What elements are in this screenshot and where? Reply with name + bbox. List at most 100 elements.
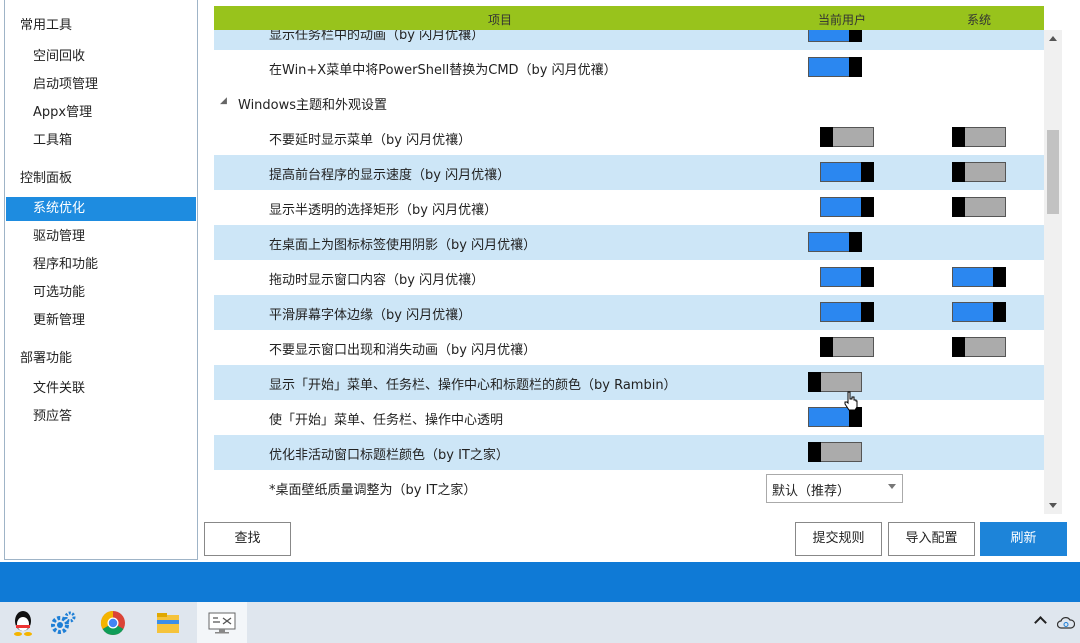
toggle-knob	[952, 162, 965, 182]
setting-row: *桌面壁纸质量调整为（by IT之家） 默认（推荐）	[214, 470, 1044, 505]
setting-label: 在桌面上为图标标签使用阴影（by 闪月优禳）	[269, 238, 537, 253]
system-toggle[interactable]	[952, 127, 1006, 147]
scroll-up-arrow-icon[interactable]	[1049, 36, 1057, 41]
setting-label: 在Win+X菜单中将PowerShell替换为CMD（by 闪月优禳）	[269, 63, 617, 78]
setting-label: 显示半透明的选择矩形（by 闪月优禳）	[269, 203, 498, 218]
toggle-knob	[861, 197, 874, 217]
setting-label: 拖动时显示窗口内容（by 闪月优禳）	[269, 273, 485, 288]
setting-label: 提高前台程序的显示速度（by 闪月优禳）	[269, 168, 511, 183]
toggle-knob	[952, 337, 965, 357]
sidebar-item-driver-manager[interactable]: 驱动管理	[6, 225, 196, 249]
dism-tool-icon[interactable]	[197, 602, 247, 643]
sidebar: 常用工具 空间回收 启动项管理 Appx管理 工具箱 控制面板 系统优化 驱动管…	[4, 0, 198, 560]
group-header-row[interactable]: ◢ Windows主题和外观设置	[214, 85, 1044, 120]
current-user-toggle[interactable]	[820, 197, 874, 217]
header-current-user: 当前用户	[818, 13, 867, 27]
sidebar-item-optional-features[interactable]: 可选功能	[6, 281, 196, 305]
setting-row: 在Win+X菜单中将PowerShell替换为CMD（by 闪月优禳）	[214, 50, 1044, 85]
vertical-scrollbar[interactable]	[1044, 30, 1062, 514]
setting-row: 显示「开始」菜单、任务栏、操作中心和标题栏的颜色（by Rambin）	[214, 365, 1044, 400]
cloud-sync-icon[interactable]	[1052, 602, 1080, 643]
collapse-triangle-icon[interactable]: ◢	[220, 96, 227, 106]
current-user-toggle[interactable]	[820, 162, 874, 182]
app-window: 常用工具 空间回收 启动项管理 Appx管理 工具箱 控制面板 系统优化 驱动管…	[0, 0, 1080, 562]
wallpaper-quality-select[interactable]: 默认（推荐）	[766, 474, 903, 503]
toggle-knob	[952, 197, 965, 217]
toggle-knob	[808, 372, 821, 392]
dropdown-arrow-icon	[888, 484, 896, 489]
sidebar-item-programs-features[interactable]: 程序和功能	[6, 253, 196, 277]
scroll-down-arrow-icon[interactable]	[1049, 503, 1057, 508]
current-user-toggle[interactable]	[808, 57, 862, 77]
header-system: 系统	[967, 13, 992, 27]
chrome-icon[interactable]	[90, 602, 135, 643]
setting-row: 平滑屏幕字体边缘（by 闪月优禳）	[214, 295, 1044, 330]
setting-label: 优化非活动窗口标题栏颜色（by IT之家）	[269, 448, 509, 463]
current-user-toggle[interactable]	[820, 302, 874, 322]
toggle-knob	[808, 442, 821, 462]
submit-rules-button[interactable]: 提交规则	[795, 522, 882, 556]
sidebar-item-toolbox[interactable]: 工具箱	[6, 129, 196, 153]
system-toggle[interactable]	[952, 302, 1006, 322]
grid-header: 项目 当前用户 系统	[214, 6, 1044, 30]
toggle-knob	[993, 302, 1006, 322]
toggle-knob	[993, 267, 1006, 287]
toggle-knob	[861, 267, 874, 287]
toggle-knob	[849, 57, 862, 77]
refresh-button[interactable]: 刷新	[980, 522, 1067, 556]
setting-row: 在桌面上为图标标签使用阴影（by 闪月优禳）	[214, 225, 1044, 260]
select-value: 默认（推荐）	[772, 484, 851, 499]
current-user-toggle[interactable]	[820, 337, 874, 357]
sidebar-item-update-manager[interactable]: 更新管理	[6, 309, 196, 333]
setting-row: 不要显示窗口出现和消失动画（by 闪月优禳）	[214, 330, 1044, 365]
sidebar-group-deployment: 部署功能	[20, 351, 73, 366]
setting-row: 拖动时显示窗口内容（by 闪月优禳）	[214, 260, 1044, 295]
system-toggle[interactable]	[952, 337, 1006, 357]
file-explorer-icon[interactable]	[145, 602, 190, 643]
sidebar-item-space-reclaim[interactable]: 空间回收	[6, 45, 196, 69]
setting-row: 使「开始」菜单、任务栏、操作中心透明	[214, 400, 1044, 435]
scroll-thumb[interactable]	[1047, 130, 1059, 214]
current-user-toggle[interactable]	[808, 232, 862, 252]
current-user-toggle[interactable]	[808, 442, 862, 462]
toggle-knob	[952, 127, 965, 147]
toggle-knob	[820, 337, 833, 357]
setting-row: 不要延时显示菜单（by 闪月优禳）	[214, 120, 1044, 155]
toggle-knob	[820, 127, 833, 147]
sidebar-group-common-tools: 常用工具	[20, 18, 73, 33]
setting-row: 优化非活动窗口标题栏颜色（by IT之家）	[214, 435, 1044, 470]
toggle-knob	[861, 302, 874, 322]
current-user-toggle[interactable]	[820, 267, 874, 287]
sidebar-item-system-optimization[interactable]: 系统优化	[6, 197, 196, 221]
setting-row: 显示半透明的选择矩形（by 闪月优禳）	[214, 190, 1044, 225]
setting-label: Windows主题和外观设置	[238, 98, 388, 113]
toggle-knob	[861, 162, 874, 182]
current-user-toggle[interactable]	[820, 127, 874, 147]
sidebar-item-file-association[interactable]: 文件关联	[6, 377, 196, 401]
import-config-button[interactable]: 导入配置	[888, 522, 975, 556]
qq-icon[interactable]	[0, 602, 45, 643]
taskbar	[0, 602, 1080, 643]
desktop-background	[0, 562, 1080, 602]
current-user-toggle[interactable]	[808, 372, 862, 392]
setting-row: 提高前台程序的显示速度（by 闪月优禳）	[214, 155, 1044, 190]
toggle-knob	[849, 232, 862, 252]
system-toggle[interactable]	[952, 267, 1006, 287]
setting-label: 使「开始」菜单、任务栏、操作中心透明	[269, 413, 504, 428]
setting-label: 不要显示窗口出现和消失动画（by 闪月优禳）	[269, 343, 537, 358]
setting-label: *桌面壁纸质量调整为（by IT之家）	[269, 483, 477, 498]
system-toggle[interactable]	[952, 197, 1006, 217]
settings-gear-icon[interactable]	[40, 602, 85, 643]
sidebar-group-control-panel: 控制面板	[20, 171, 73, 186]
header-item: 项目	[488, 13, 513, 27]
sidebar-item-appx-manager[interactable]: Appx管理	[6, 101, 196, 125]
settings-grid: 显示任务栏中的动画（by 闪月优禳） 在Win+X菜单中将PowerShell替换…	[214, 6, 1044, 514]
find-button[interactable]: 查找	[204, 522, 291, 556]
sidebar-item-startup-manager[interactable]: 启动项管理	[6, 73, 196, 97]
setting-label: 平滑屏幕字体边缘（by 闪月优禳）	[269, 308, 472, 323]
system-toggle[interactable]	[952, 162, 1006, 182]
tray-expand-chevron-icon[interactable]	[1034, 616, 1047, 629]
setting-label: 不要延时显示菜单（by 闪月优禳）	[269, 133, 472, 148]
sidebar-item-unattend[interactable]: 预应答	[6, 405, 196, 429]
hand-cursor-icon	[844, 391, 858, 411]
